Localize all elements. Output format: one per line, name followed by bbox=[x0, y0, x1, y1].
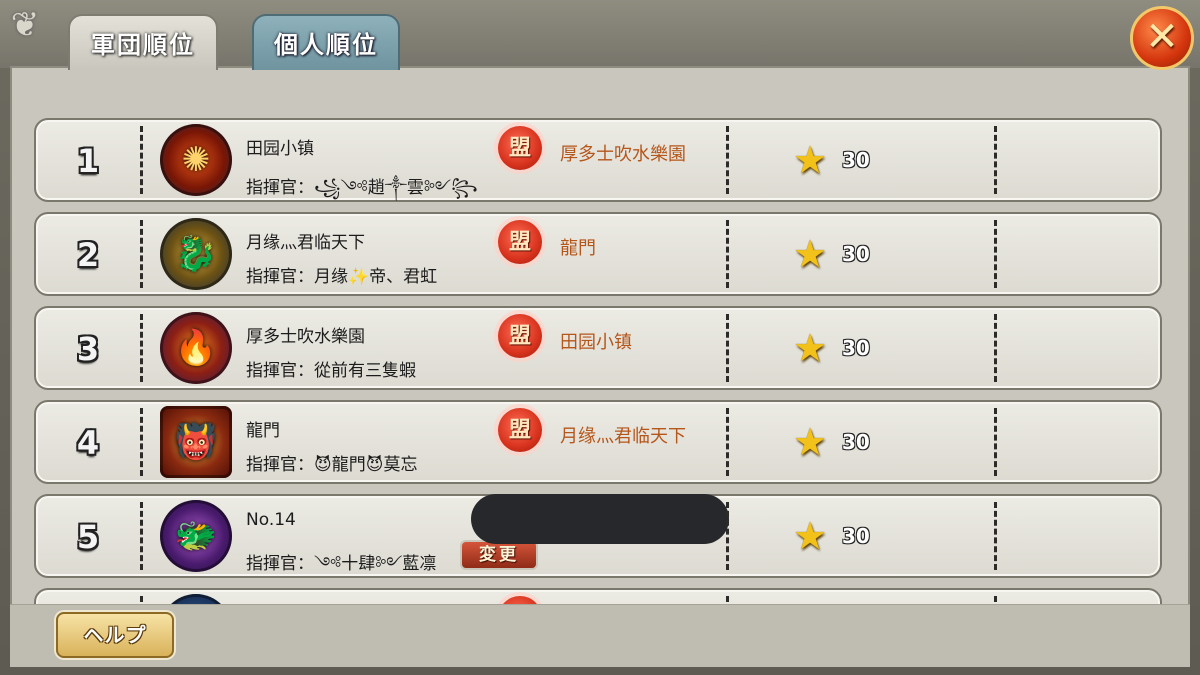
ranking-row[interactable]: 4 👹 龍門 指揮官：😈龍門😈莫忘 盟 月缘灬君临天下 ★ 30 bbox=[34, 400, 1162, 484]
commander-text: 指揮官：😈龍門😈莫忘 bbox=[246, 455, 418, 475]
dragon-emblem-icon: 🐉 bbox=[160, 218, 232, 290]
redaction-overlay bbox=[471, 494, 729, 544]
alliance-badge-icon: 盟 bbox=[498, 220, 542, 264]
legion-name: 厚多士吹水樂園 bbox=[246, 327, 365, 347]
commander-text: 指揮官：從前有三隻蝦 bbox=[246, 361, 416, 381]
divider bbox=[994, 408, 997, 476]
star-icon: ★ bbox=[792, 514, 828, 558]
rank-number: 2 bbox=[76, 236, 100, 274]
help-button[interactable]: ヘルプ bbox=[56, 612, 174, 658]
ornament-top-left-icon: ❦ bbox=[10, 5, 40, 45]
commander-text: 指揮官：月缘✨帝、君虹 bbox=[246, 267, 438, 287]
ranking-list[interactable]: 1 ✺ 田园小镇 指揮官：꧁༺趙༒雲༻꧂ 盟 厚多士吹水樂園 ★ 30 2 🐉 … bbox=[34, 118, 1164, 604]
star-icon: ★ bbox=[792, 420, 828, 464]
alliance-name: 龍門 bbox=[560, 238, 596, 259]
divider bbox=[726, 314, 729, 382]
ranking-row[interactable]: 3 🔥 厚多士吹水樂園 指揮官：從前有三隻蝦 盟 田园小镇 ★ 30 bbox=[34, 306, 1162, 390]
score-value: 30 bbox=[842, 148, 870, 172]
score-value: 30 bbox=[842, 336, 870, 360]
ranking-row[interactable]: 5 🐲 No.14 指揮官：༺十肆༻藍凛 変更 ★ 30 bbox=[34, 494, 1162, 578]
divider bbox=[726, 126, 729, 194]
change-button[interactable]: 変更 bbox=[460, 540, 538, 570]
star-icon: ★ bbox=[792, 232, 828, 276]
phoenix-emblem-icon: ✺ bbox=[160, 124, 232, 196]
commander-text: 指揮官：༺十肆༻藍凛 bbox=[246, 554, 437, 574]
divider bbox=[994, 314, 997, 382]
emblem-icon bbox=[160, 594, 232, 604]
tab-personal-ranking[interactable]: 個人順位 bbox=[252, 14, 400, 70]
ranking-row[interactable]: 1 ✺ 田园小镇 指揮官：꧁༺趙༒雲༻꧂ 盟 厚多士吹水樂園 ★ 30 bbox=[34, 118, 1162, 202]
divider bbox=[726, 408, 729, 476]
alliance-badge-icon: 盟 bbox=[498, 126, 542, 170]
score-value: 30 bbox=[842, 430, 870, 454]
star-icon: ★ bbox=[792, 326, 828, 370]
divider bbox=[140, 502, 143, 570]
rank-number: 1 bbox=[76, 142, 100, 180]
tab-legion-ranking[interactable]: 軍団順位 bbox=[68, 14, 218, 70]
divider bbox=[140, 126, 143, 194]
divider bbox=[994, 596, 997, 604]
alliance-badge-icon: 盟 bbox=[498, 408, 542, 452]
purple-dragon-emblem-icon: 🐲 bbox=[160, 500, 232, 572]
alliance-name: 月缘灬君临天下 bbox=[560, 426, 686, 447]
divider bbox=[140, 314, 143, 382]
close-x-icon: ✕ bbox=[1145, 14, 1179, 60]
rank-number: 3 bbox=[76, 330, 100, 368]
divider bbox=[994, 220, 997, 288]
divider bbox=[994, 126, 997, 194]
alliance-name: 田园小镇 bbox=[560, 332, 632, 353]
alliance-badge-icon: 盟 bbox=[498, 314, 542, 358]
rank-number: 5 bbox=[76, 518, 100, 556]
legion-name: 月缘灬君临天下 bbox=[246, 233, 365, 253]
divider bbox=[140, 408, 143, 476]
beast-mask-emblem-icon: 👹 bbox=[160, 406, 232, 478]
legion-name: 龍門 bbox=[246, 421, 280, 441]
alliance-name: 厚多士吹水樂園 bbox=[560, 144, 686, 165]
ranking-row[interactable]: 2 🐉 月缘灬君临天下 指揮官：月缘✨帝、君虹 盟 龍門 ★ 30 bbox=[34, 212, 1162, 296]
divider bbox=[726, 596, 729, 604]
score-value: 30 bbox=[842, 242, 870, 266]
close-button[interactable]: ✕ bbox=[1130, 6, 1194, 70]
divider bbox=[140, 596, 143, 604]
rank-number: 4 bbox=[76, 424, 100, 462]
panel-footer bbox=[10, 604, 1190, 667]
commander-text: 指揮官：꧁༺趙༒雲༻꧂ bbox=[246, 178, 478, 198]
ranking-row-partial[interactable] bbox=[34, 588, 1162, 604]
divider bbox=[994, 502, 997, 570]
divider bbox=[140, 220, 143, 288]
score-value: 30 bbox=[842, 524, 870, 548]
divider bbox=[726, 502, 729, 570]
legion-name: 田园小镇 bbox=[246, 139, 314, 159]
divider bbox=[726, 220, 729, 288]
firebird-emblem-icon: 🔥 bbox=[160, 312, 232, 384]
legion-name: No.14 bbox=[246, 510, 296, 530]
star-icon: ★ bbox=[792, 138, 828, 182]
alliance-badge-icon bbox=[498, 596, 542, 604]
